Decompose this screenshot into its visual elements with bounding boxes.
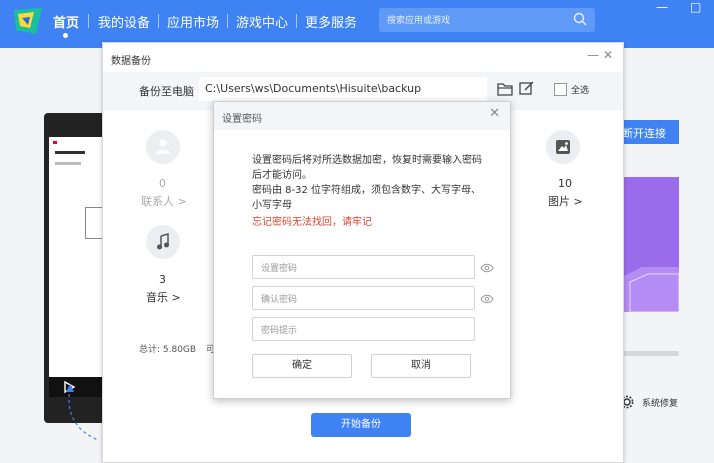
nav-home[interactable]: 首页 (53, 12, 79, 31)
backup-path-label: 备份至电脑 (139, 85, 194, 98)
nav-my-devices[interactable]: 我的设备 (98, 12, 150, 31)
music-link[interactable]: 音乐 > (146, 289, 181, 305)
password-field[interactable]: 设置密码 (252, 255, 475, 279)
password-hint-placeholder: 密码提示 (261, 326, 298, 336)
contacts-circle[interactable] (146, 130, 180, 164)
confirm-button[interactable]: 确定 (252, 354, 352, 378)
dialog-minimize-button[interactable]: — (587, 48, 599, 62)
drag-hint-arrow-icon (66, 384, 99, 441)
backup-path-value: C:\Users\ws\Documents\Hisuite\backup (205, 82, 422, 95)
start-backup-button[interactable]: 开始备份 (311, 413, 411, 437)
password-dialog-title: 设置密码 (222, 114, 262, 125)
folder-icon[interactable] (497, 82, 513, 96)
music-circle[interactable] (146, 225, 180, 259)
dialog-close-button[interactable]: ✕ (603, 48, 613, 62)
phone-app-title (55, 151, 85, 154)
pictures-count: 10 (558, 177, 572, 190)
phone-card (85, 207, 103, 239)
search-input[interactable]: 搜索应用或游戏 (387, 13, 450, 26)
nav-divider (158, 14, 159, 28)
minimize-button[interactable]: — (656, 0, 668, 14)
nav-app-market[interactable]: 应用市场 (167, 12, 219, 31)
contacts-link[interactable]: 联系人 > (141, 193, 187, 209)
phone-status-icon (53, 141, 57, 144)
password-warning: 忘记密码无法找回，请牢记 (252, 217, 372, 228)
nav-divider (296, 14, 297, 28)
set-password-dialog: 设置密码 ✕ 设置密码后将对所选数据加密，恢复时需要输入密码后才能访问。 密码由… (213, 101, 511, 399)
contact-icon (156, 139, 170, 154)
password-hint-field[interactable]: 密码提示 (252, 317, 475, 341)
confirm-password-placeholder: 确认密码 (261, 295, 298, 305)
close-icon[interactable]: ✕ (489, 106, 500, 121)
music-count: 3 (159, 273, 166, 286)
maximize-button[interactable]: □ (690, 0, 701, 14)
backup-dialog-title: 数据备份 (111, 56, 151, 67)
confirm-password-field[interactable]: 确认密码 (252, 286, 475, 310)
hisuite-logo-icon (14, 8, 42, 34)
music-icon (157, 233, 169, 250)
total-size: 总计: 5.80GB (139, 345, 197, 355)
password-description: 设置密码后将对所选数据加密，恢复时需要输入密码后才能访问。 密码由 8-32 位… (252, 153, 482, 213)
top-nav-bar: 首页 我的设备 应用市场 游戏中心 更多服务 搜索应用或游戏 — □ (0, 0, 714, 48)
nav-more-services[interactable]: 更多服务 (305, 12, 357, 31)
password-dialog-header: 设置密码 ✕ (214, 102, 510, 130)
contacts-count: 0 (159, 177, 166, 190)
edit-icon[interactable] (519, 81, 534, 96)
backup-path-field[interactable]: C:\Users\ws\Documents\Hisuite\backup (199, 77, 487, 101)
search-icon[interactable] (573, 12, 587, 26)
eye-icon[interactable] (480, 263, 494, 273)
eye-icon[interactable] (480, 294, 494, 304)
pictures-link[interactable]: 图片 > (548, 193, 583, 209)
nav-game-center[interactable]: 游戏中心 (236, 12, 288, 31)
nav-divider (227, 14, 228, 28)
phone-screen (49, 137, 103, 377)
disconnect-label: 断开连接 (622, 127, 666, 140)
select-all-label: 全选 (571, 86, 590, 96)
phone-app-subtitle (55, 162, 81, 165)
password-description-text: 设置密码后将对所选数据加密，恢复时需要输入密码后才能访问。 密码由 8-32 位… (252, 155, 482, 211)
nav-active-indicator (63, 33, 68, 38)
search-box[interactable]: 搜索应用或游戏 (379, 8, 595, 32)
cancel-button[interactable]: 取消 (371, 354, 471, 378)
system-repair-label: 系统修复 (642, 399, 679, 409)
nav-divider (88, 14, 89, 28)
password-placeholder: 设置密码 (261, 264, 298, 274)
picture-icon (556, 140, 570, 154)
pictures-circle[interactable] (546, 130, 580, 164)
select-all-checkbox[interactable] (554, 83, 567, 96)
